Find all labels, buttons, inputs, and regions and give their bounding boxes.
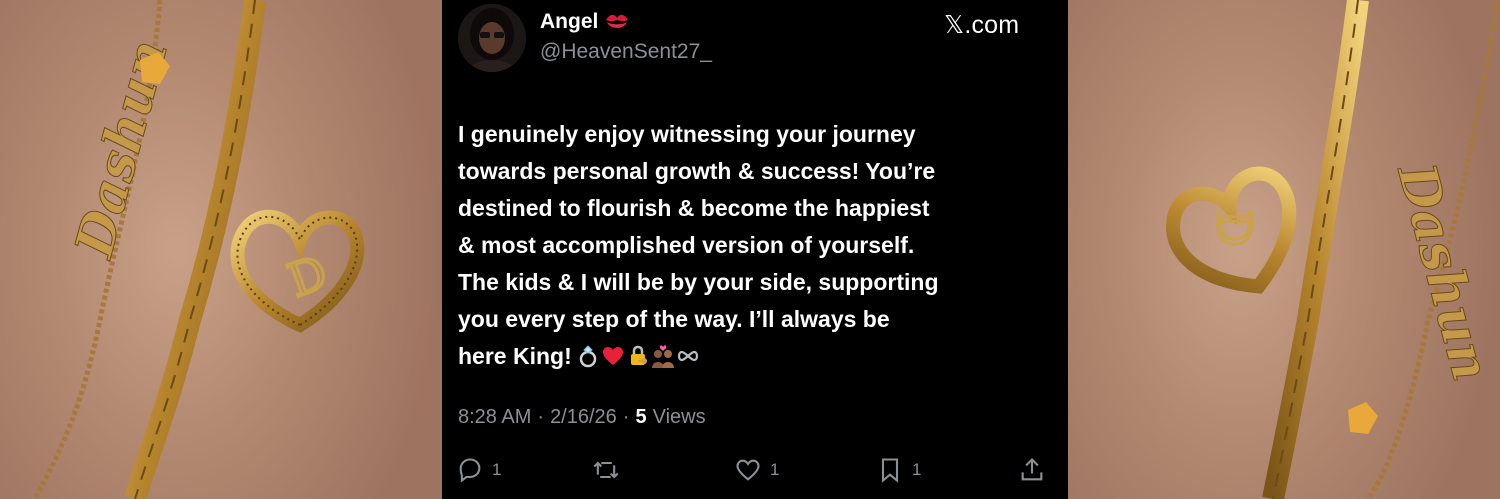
bookmark-count: 1 — [912, 460, 922, 479]
right-bracelet-illustration: D Dashun — [1166, 0, 1500, 499]
like-count: 1 — [770, 460, 780, 479]
tweet-time[interactable]: 8:28 AM — [458, 406, 531, 429]
views-label: Views — [652, 406, 706, 428]
heart-icon — [736, 459, 760, 481]
views-count[interactable]: 5 — [635, 406, 646, 429]
locked-with-key-icon — [630, 345, 647, 365]
tweet-date[interactable]: 2/16/26 — [550, 406, 617, 429]
left-bracelet-illustration: D Dashun — [32, 0, 365, 499]
ring-icon — [579, 345, 596, 368]
kiss-mark-icon — [606, 14, 629, 28]
like-button[interactable]: 1 — [734, 456, 779, 484]
retweet-button[interactable] — [592, 456, 628, 484]
x-logo[interactable]: 𝕏.com — [944, 10, 1019, 40]
bookmark-button[interactable]: 1 — [876, 456, 921, 484]
author-handle[interactable]: @HeavenSent27_ — [540, 40, 712, 64]
red-heart-icon — [602, 347, 623, 365]
bookmark-icon — [881, 458, 899, 483]
right-charm-letter: D — [1207, 210, 1261, 247]
tweet-body: I genuinely enjoy witnessing your journe… — [458, 121, 939, 369]
action-bar: 1 1 1 — [442, 452, 1068, 492]
retweet-icon — [593, 461, 619, 479]
tweet-metadata: 8:28 AM · 2/16/26 · 5 Views — [458, 406, 706, 429]
reply-count: 1 — [492, 460, 502, 479]
left-bracelet-photo: D Dashun — [0, 0, 442, 499]
author-name[interactable]: Angel — [540, 10, 630, 34]
share-icon — [1021, 458, 1043, 481]
author-name-text: Angel — [540, 10, 599, 33]
meta-separator: · — [622, 406, 630, 428]
right-bracelet-name: Dashun — [1385, 156, 1500, 388]
meta-separator: · — [537, 406, 545, 428]
tweet-emojis — [576, 344, 700, 368]
reply-button[interactable]: 1 — [456, 456, 501, 484]
couple-with-heart-icon — [651, 345, 674, 368]
author-avatar[interactable] — [458, 4, 526, 72]
share-button[interactable] — [1018, 456, 1046, 484]
right-bracelet-photo: D Dashun — [1068, 0, 1500, 499]
tweet-text: I genuinely enjoy witnessing your journe… — [458, 116, 1058, 375]
infinity-icon — [677, 350, 698, 362]
reply-icon — [459, 458, 481, 483]
